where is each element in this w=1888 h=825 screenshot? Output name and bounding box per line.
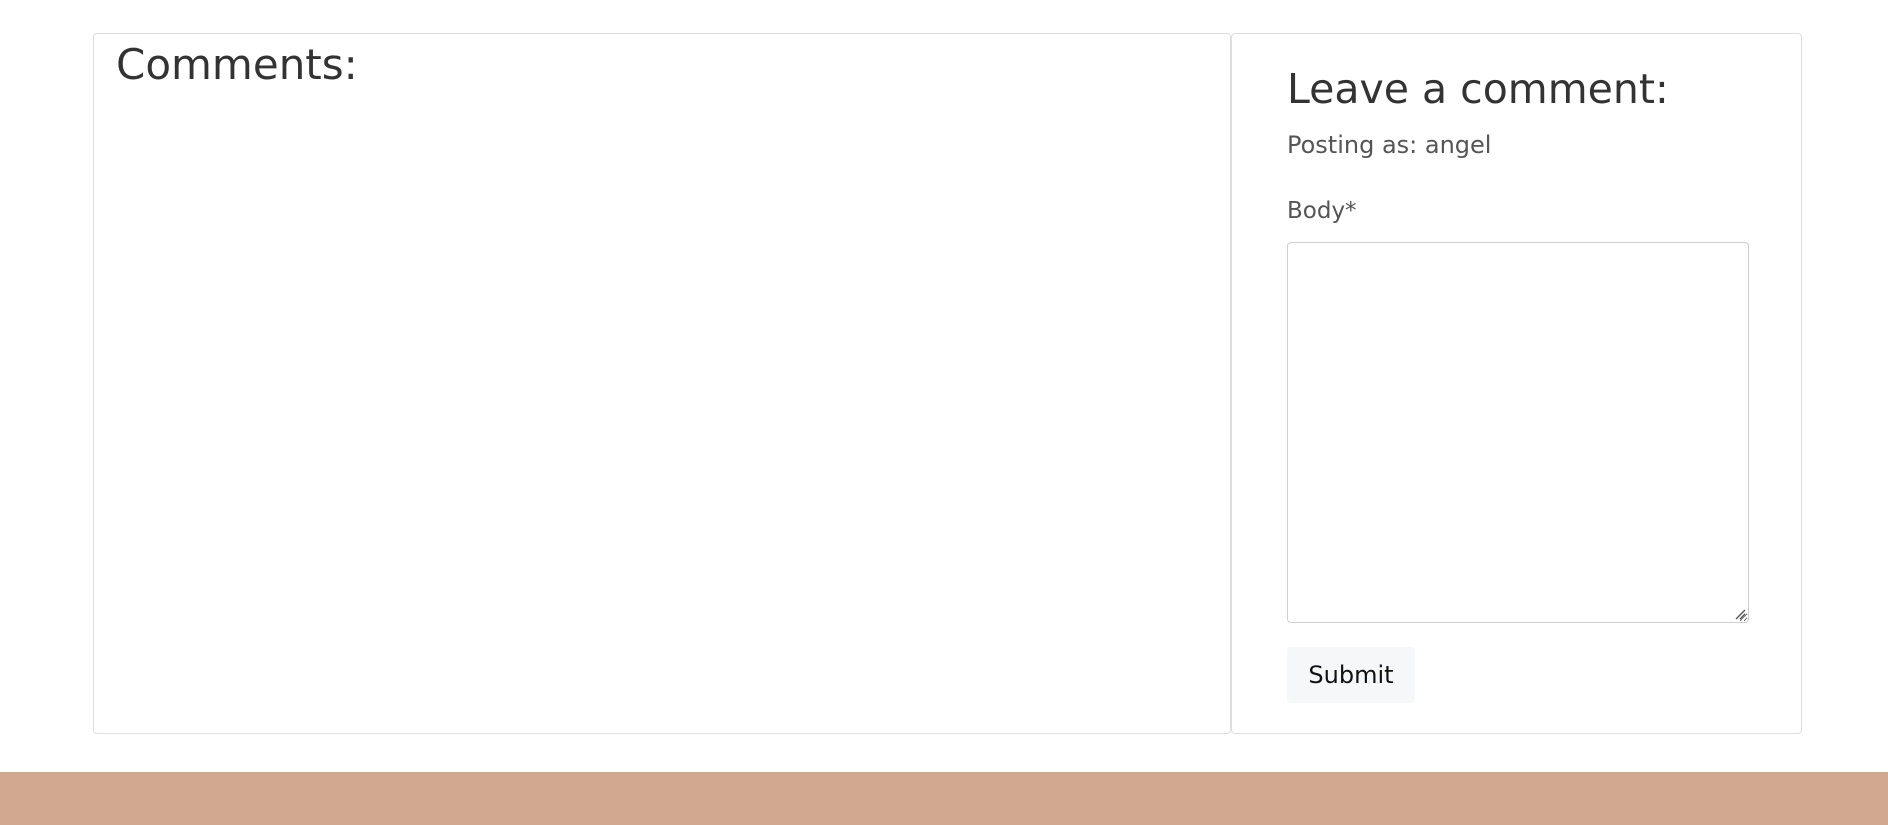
submit-button[interactable]: Submit [1287, 647, 1415, 703]
comment-form-panel: Leave a comment: Posting as: angel Body*… [1231, 33, 1802, 734]
footer-bar [0, 772, 1888, 825]
posting-as-text: Posting as: angel [1287, 131, 1492, 159]
comment-form-heading: Leave a comment: [1287, 65, 1669, 113]
comments-panel: Comments: [93, 33, 1231, 734]
body-textarea[interactable] [1287, 242, 1749, 623]
body-label: Body* [1287, 198, 1357, 224]
comments-heading: Comments: [116, 40, 358, 89]
